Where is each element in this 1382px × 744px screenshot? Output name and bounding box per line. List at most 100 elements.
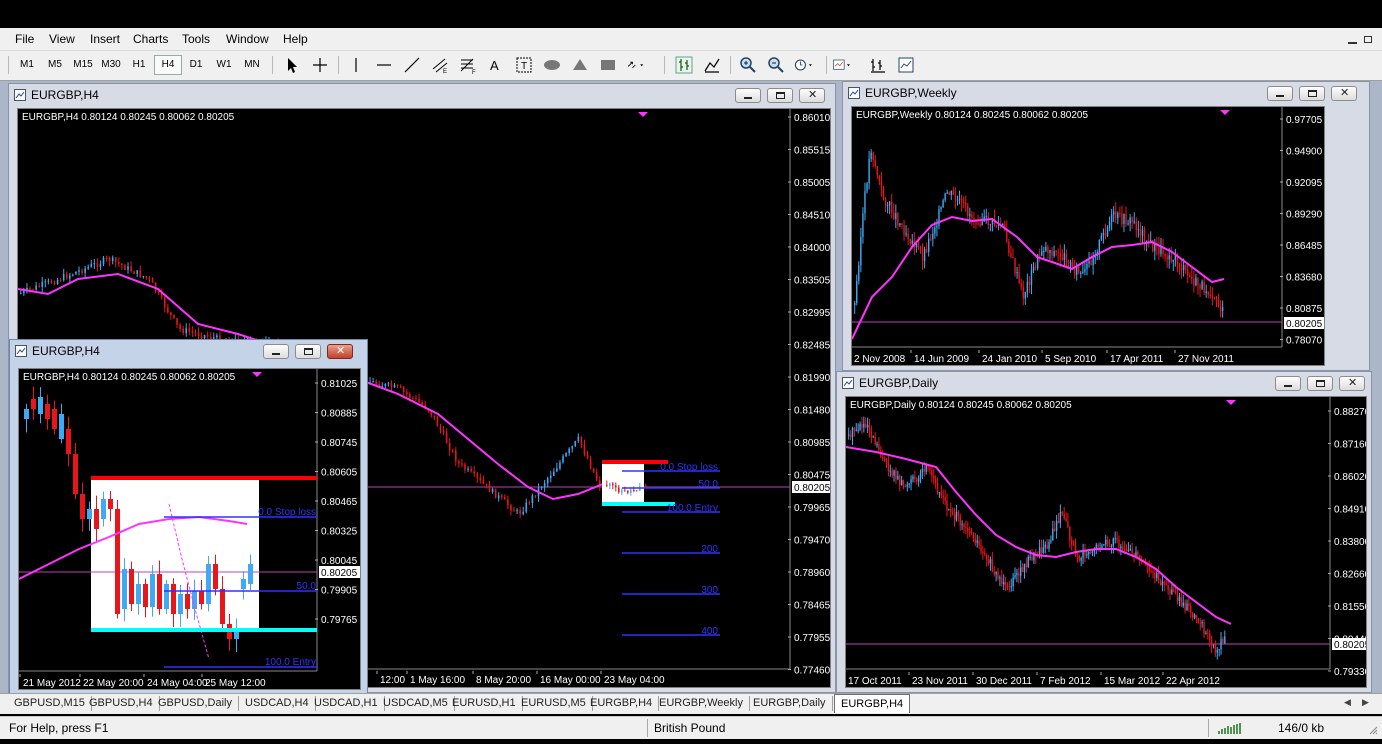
candle-body — [127, 266, 129, 270]
chart-tab[interactable]: EURUSD,H1 — [446, 696, 523, 711]
chart-tab[interactable]: EURGBP,Daily — [747, 696, 833, 711]
menu-insert[interactable]: Insert — [90, 32, 120, 46]
zoom-out-icon[interactable] — [766, 55, 786, 75]
indicators-icon[interactable] — [896, 55, 916, 75]
zoom-in-icon[interactable] — [738, 55, 758, 75]
time-axis-label: 15 Mar 2012 — [1104, 676, 1161, 687]
menu-file[interactable]: File — [15, 32, 34, 46]
cursor-icon[interactable] — [282, 55, 302, 75]
text-icon[interactable]: A — [486, 55, 506, 75]
candle-body — [1014, 574, 1016, 578]
line-chart-icon[interactable] — [702, 55, 722, 75]
window-titlebar[interactable]: EURGBP,H4 ✕ — [10, 340, 367, 362]
minimize-button[interactable] — [263, 344, 289, 359]
candle-body — [191, 331, 194, 333]
close-button[interactable]: ✕ — [799, 88, 825, 103]
candle-body — [923, 249, 926, 262]
candle-body — [978, 540, 980, 546]
trendline-icon[interactable] — [402, 55, 422, 75]
close-button[interactable]: ✕ — [1331, 86, 1357, 101]
chart-window-eurgbp-h4-small[interactable]: EURGBP,H4 ✕ 0.0 Stop loss 50.0 100.0 Entry… — [9, 339, 368, 695]
tab-scroll-right-icon[interactable]: ▶ — [1362, 697, 1369, 708]
candle-body — [1216, 650, 1218, 653]
candle-body — [900, 480, 903, 485]
app-minimize-icon[interactable] — [1348, 42, 1357, 44]
templates-icon[interactable] — [832, 55, 852, 75]
candle-body — [200, 335, 203, 339]
timeframe-h4[interactable]: H4 — [154, 55, 182, 75]
chart-tab[interactable]: GBPUSD,Daily — [152, 696, 239, 711]
vertical-line-icon[interactable] — [346, 55, 366, 75]
timeframe-m15[interactable]: M15 — [70, 59, 96, 70]
candle-body — [1006, 229, 1008, 242]
chart-window-eurgbp-weekly[interactable]: EURGBP,Weekly ✕ 0.97705 0.94900 0.92095 0.8… — [842, 81, 1370, 371]
menu-help[interactable]: Help — [283, 32, 308, 46]
maximize-button[interactable] — [1307, 376, 1333, 391]
minimize-button[interactable] — [735, 88, 761, 103]
candle-body — [522, 511, 524, 515]
menu-view[interactable]: View — [49, 32, 75, 46]
chart-tab[interactable]: EURUSD,M5 — [515, 696, 593, 711]
close-button[interactable]: ✕ — [1339, 376, 1365, 391]
price-chart-weekly[interactable]: 0.97705 0.94900 0.92095 0.89290 0.86485 0.836… — [851, 106, 1325, 366]
chart-tab[interactable]: GBPUSD,H4 — [83, 696, 160, 711]
window-titlebar[interactable]: EURGBP,Weekly ✕ — [843, 82, 1369, 104]
candle-body — [1207, 291, 1209, 295]
timeframe-m30[interactable]: M30 — [98, 59, 124, 70]
rectangle-icon[interactable] — [598, 55, 618, 75]
maximize-button[interactable] — [1299, 86, 1325, 101]
chart-tab[interactable]: EURGBP,H4 — [834, 694, 911, 713]
chart-tab[interactable]: EURGBP,Weekly — [653, 696, 750, 711]
channel-icon[interactable]: E — [430, 55, 450, 75]
timeframe-h1[interactable]: H1 — [126, 59, 152, 70]
timeframe-mn[interactable]: MN — [239, 59, 265, 70]
chart-tab[interactable]: GBPUSD,M15 — [8, 696, 92, 711]
candle-body — [1122, 546, 1124, 549]
candle-body — [1222, 638, 1224, 644]
timeframe-m5[interactable]: M5 — [42, 59, 68, 70]
candle-body — [375, 381, 377, 385]
fibonacci-level-label: 50.0 — [699, 479, 719, 490]
chart-shift-icon[interactable] — [868, 55, 888, 75]
arrows-dropdown-icon[interactable] — [626, 55, 646, 75]
chart-tab[interactable]: USDCAD,H1 — [308, 696, 385, 711]
fibonacci-level-label: 0.0 Stop loss — [660, 462, 718, 473]
chart-tab[interactable]: USDCAD,M5 — [377, 696, 455, 711]
fibonacci-icon[interactable]: F — [458, 55, 478, 75]
timeframe-m1[interactable]: M1 — [14, 59, 40, 70]
resize-grip-icon[interactable] — [1368, 725, 1378, 735]
price-chart-h4-small[interactable]: 0.0 Stop loss 50.0 100.0 Entry 0.81025 0.808… — [18, 368, 361, 690]
periods-clock-icon[interactable] — [794, 55, 814, 75]
tab-scroll-left-icon[interactable]: ◀ — [1344, 697, 1351, 708]
bar-chart-icon[interactable] — [674, 55, 694, 75]
menu-tools[interactable]: Tools — [182, 32, 210, 46]
text-label-icon[interactable]: T — [514, 55, 534, 75]
crosshair-icon[interactable] — [310, 55, 330, 75]
candle-body — [862, 213, 864, 237]
price-axis-label: 0.79470 — [794, 536, 830, 547]
menu-window[interactable]: Window — [226, 32, 269, 46]
app-restore-icon[interactable] — [1364, 36, 1372, 43]
maximize-button[interactable] — [767, 88, 793, 103]
chart-window-eurgbp-daily[interactable]: EURGBP,Daily ✕ 0.88270 0.87160 0.86020 0.84… — [836, 371, 1372, 693]
candle-body — [899, 475, 901, 485]
timeframe-d1[interactable]: D1 — [183, 59, 209, 70]
close-icon: ✕ — [808, 89, 818, 101]
candle-body — [1224, 636, 1226, 644]
maximize-button[interactable] — [295, 344, 321, 359]
ellipse-icon[interactable] — [542, 55, 562, 75]
triangle-icon[interactable] — [570, 55, 590, 75]
candle-body — [1193, 614, 1196, 618]
timeframe-w1[interactable]: W1 — [211, 59, 237, 70]
minimize-button[interactable] — [1275, 376, 1301, 391]
close-button[interactable]: ✕ — [327, 344, 353, 359]
window-titlebar[interactable]: EURGBP,H4 ✕ — [9, 84, 835, 106]
chart-tab[interactable]: EURGBP,H4 — [584, 696, 660, 711]
horizontal-line-icon[interactable] — [374, 55, 394, 75]
window-titlebar[interactable]: EURGBP,Daily ✕ — [837, 372, 1371, 394]
time-axis-label: 24 May 04:00 — [147, 678, 208, 689]
minimize-button[interactable] — [1267, 86, 1293, 101]
price-chart-daily[interactable]: 0.88270 0.87160 0.86020 0.84910 0.83800 0.826… — [845, 396, 1367, 688]
menu-charts[interactable]: Charts — [133, 32, 168, 46]
chart-tab[interactable]: USDCAD,H4 — [239, 696, 316, 711]
